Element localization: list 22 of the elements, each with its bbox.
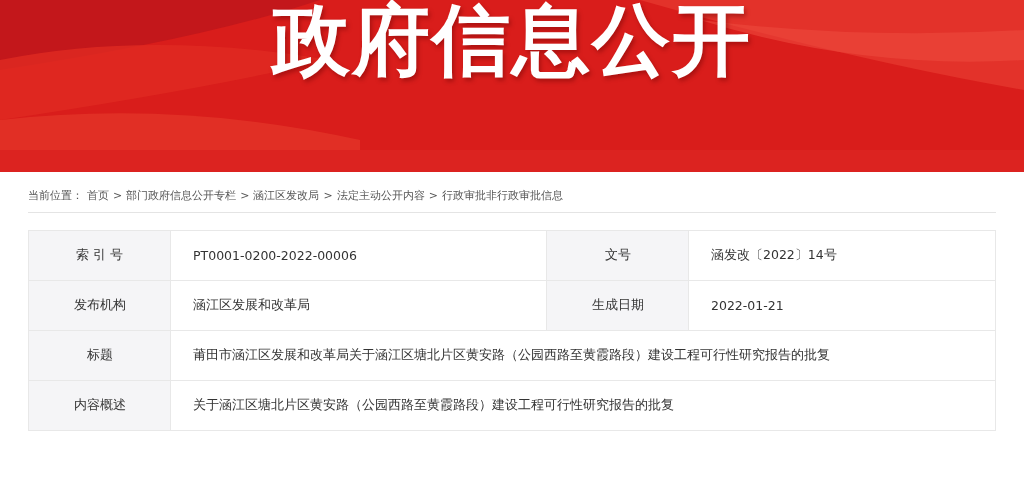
breadcrumb-link[interactable]: 首页	[87, 188, 109, 204]
breadcrumb-link[interactable]: 涵江区发改局	[253, 188, 320, 204]
breadcrumb-link[interactable]: 部门政府信息公开专栏	[126, 188, 237, 204]
field-value: 关于涵江区塘北片区黄安路（公园西路至黄霞路段）建设工程可行性研究报告的批复	[171, 381, 996, 431]
breadcrumb-label: 当前位置：	[28, 188, 83, 204]
breadcrumb-separator: >	[113, 188, 123, 204]
breadcrumb-separator: >	[428, 188, 438, 204]
field-label: 标题	[29, 331, 171, 381]
breadcrumb-link[interactable]: 法定主动公开内容	[336, 188, 425, 204]
field-label: 文号	[547, 231, 689, 281]
breadcrumb-link[interactable]: 行政审批非行政审批信息	[441, 188, 563, 204]
field-label: 发布机构	[29, 281, 171, 331]
breadcrumb-separator: >	[323, 188, 333, 204]
field-value: 莆田市涵江区发展和改革局关于涵江区塘北片区黄安路（公园西路至黄霞路段）建设工程可行性研究报告的批复	[171, 331, 996, 381]
field-label: 内容概述	[29, 381, 171, 431]
field-label: 生成日期	[547, 281, 689, 331]
field-value: PT0001-0200-2022-00006	[171, 231, 547, 281]
field-value: 涵发改〔2022〕14号	[689, 231, 996, 281]
field-value: 2022-01-21	[689, 281, 996, 331]
breadcrumb-separator: >	[240, 188, 250, 204]
field-label: 索 引 号	[29, 231, 171, 281]
field-value: 涵江区发展和改革局	[171, 281, 547, 331]
